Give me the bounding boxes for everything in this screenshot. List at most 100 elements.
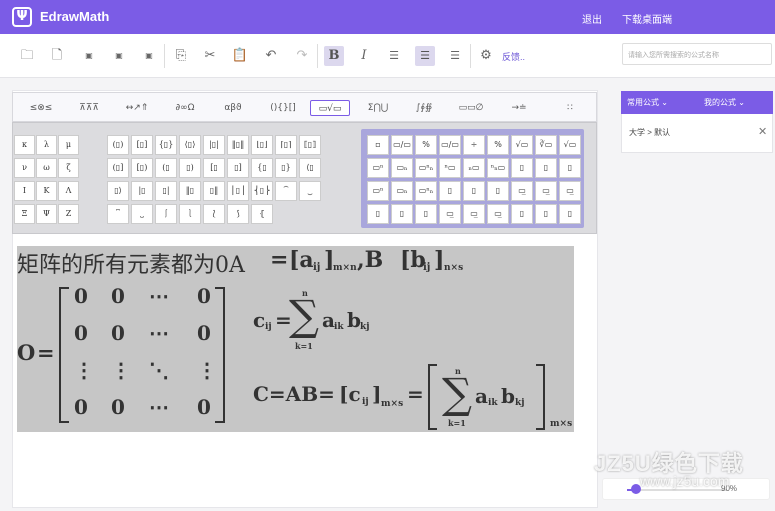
greek-symbol-button[interactable]: λ [36,135,57,155]
cut-icon[interactable]: ✂ [200,46,220,66]
tab-my-formulas[interactable]: 我的公式 ⌄ [704,97,745,108]
bracket-template-button[interactable]: (▯ [155,158,177,178]
bracket-template-button[interactable]: ⎵ [131,204,153,224]
tab-sums[interactable]: Σ⋂⋃ [360,100,396,116]
bracket-template-button[interactable]: [▯] [131,135,153,155]
fraction-template-button[interactable]: ▭̲ [487,204,509,224]
bracket-template-button[interactable]: [▯) [131,158,153,178]
bracket-template-button[interactable]: ▯} [275,158,297,178]
bracket-template-button[interactable]: ‖▯‖ [227,135,249,155]
copy-icon[interactable]: ⎘ [171,46,191,66]
align-left-icon[interactable]: ☰ [384,46,404,66]
export-png-icon[interactable]: ▣ [79,46,99,66]
bracket-template-button[interactable]: ⎱ [179,204,201,224]
tab-misc-symbols[interactable]: ∂∞Ω [167,100,203,116]
tab-greek[interactable]: αβϑ [215,100,251,116]
fraction-template-button[interactable]: ▭ⁿₙ [415,181,437,201]
tab-arrows[interactable]: ↔↗⇑ [119,100,155,116]
bracket-template-button[interactable]: (▯] [107,158,129,178]
bracket-template-button[interactable]: ⎨▯⎬ [251,181,273,201]
fraction-template-button[interactable]: ▭ⁿ [367,158,389,178]
new-file-icon[interactable]: 🗋 [47,46,67,66]
formula-search-input[interactable]: 请输入您所需搜索的公式名称 [622,43,772,65]
align-center-icon[interactable]: ☰ [415,46,435,66]
fraction-template-button[interactable]: ▭̲ [559,181,581,201]
bracket-template-button[interactable]: [▯ [203,158,225,178]
bracket-template-button[interactable]: ▯) [179,158,201,178]
fraction-template-button[interactable]: ▭/▭ [391,135,413,155]
bracket-template-button[interactable]: ⎰ [155,204,177,224]
fraction-template-button[interactable]: ▯ [535,204,557,224]
bracket-template-button[interactable]: ⟅ [203,204,225,224]
tab-common-formulas[interactable]: 常用公式 ⌄ [627,97,668,108]
fraction-template-button[interactable]: ▭ₙ [391,158,413,178]
close-icon[interactable]: ✕ [758,125,767,138]
bracket-template-button[interactable]: ⟦▯⟧ [299,135,321,155]
fraction-template-button[interactable]: ÷ [463,135,485,155]
bracket-template-button[interactable]: ⌈▯⌉ [275,135,297,155]
paste-icon[interactable]: 📋 [230,46,250,66]
fraction-template-button[interactable]: ▭ₙ [391,181,413,201]
tab-labeled-arrows[interactable]: →≐ [503,100,535,116]
fraction-template-button[interactable]: ▯ [535,158,557,178]
greek-symbol-button[interactable]: ν [14,158,35,178]
bracket-template-button[interactable]: ▯] [227,158,249,178]
bracket-template-button[interactable]: {▯ [251,158,273,178]
bracket-template-button[interactable]: ⌊▯⌋ [251,135,273,155]
download-desktop-button[interactable]: 下载桌面端 [622,11,672,26]
bracket-template-button[interactable]: ▯‖ [203,181,225,201]
tab-matrices[interactable]: ∷ [558,100,582,116]
fraction-template-button[interactable]: ▯ [559,158,581,178]
open-folder-icon[interactable]: 🗀 [17,46,37,66]
fraction-template-button[interactable]: ▯ [391,204,413,224]
bold-button[interactable]: B [324,46,344,66]
fraction-template-button[interactable]: ▭̲ [439,204,461,224]
tab-integrals[interactable]: ∫∮∯ [408,100,440,116]
bracket-template-button[interactable]: ⎴ [107,204,129,224]
bracket-template-button[interactable]: ⏟ [299,181,321,201]
bracket-template-button[interactable]: ⟨▯⟩ [179,135,201,155]
library-path[interactable]: 大学 > 默认 [629,127,670,138]
greek-symbol-button[interactable]: Ζ [58,204,79,224]
fraction-template-button[interactable]: ▯ [511,158,533,178]
bracket-template-button[interactable]: |▯| [203,135,225,155]
fraction-template-button[interactable]: % [487,135,509,155]
fraction-template-button[interactable]: ▯ [559,204,581,224]
fraction-template-button[interactable]: ⁿ▭ [439,158,461,178]
bracket-template-button[interactable]: ⎪▯⎪ [227,181,249,201]
fraction-template-button[interactable]: √▭ [511,135,533,155]
greek-symbol-button[interactable]: Ι [14,181,35,201]
fraction-template-button[interactable]: ⁿₙ▭ [487,158,509,178]
export-jpg-icon[interactable]: ▣ [109,46,129,66]
tab-spaces[interactable]: ⊼⊼⊼ [71,100,107,116]
tab-decorations[interactable]: ▭▭∅ [453,100,489,116]
greek-symbol-button[interactable]: Λ [58,181,79,201]
greek-symbol-button[interactable]: Κ [36,181,57,201]
bracket-template-button[interactable]: ⏞ [275,181,297,201]
fraction-template-button[interactable]: ▯ [463,181,485,201]
fraction-template-button[interactable]: ▫ [367,135,389,155]
fraction-template-button[interactable]: ▯ [511,204,533,224]
redo-icon[interactable]: ↷ [292,46,312,66]
greek-symbol-button[interactable]: Ξ [14,204,35,224]
greek-symbol-button[interactable]: ζ [58,158,79,178]
fraction-template-button[interactable]: ▯ [367,204,389,224]
zoom-slider-track[interactable] [627,489,727,491]
tab-fractions-radicals[interactable]: ▭√▭ [310,100,350,116]
logout-button[interactable]: 退出 [582,11,602,26]
bracket-template-button[interactable]: ▯| [155,181,177,201]
greek-symbol-button[interactable]: ω [36,158,57,178]
settings-icon[interactable]: ⚙ [476,46,496,66]
feedback-link[interactable]: 反馈.. [502,50,525,63]
fraction-template-button[interactable]: ▭̲ [463,204,485,224]
fraction-template-button[interactable]: ▭ⁿ [367,181,389,201]
bracket-template-button[interactable]: ⦃ [251,204,273,224]
bracket-template-button[interactable]: |▯ [131,181,153,201]
bracket-template-button[interactable]: ‖▯ [179,181,201,201]
fraction-template-button[interactable]: ₙ▭ [463,158,485,178]
formula-preview[interactable]: 矩阵的所有元素都为0A = [a ij ] m×n ,B [b ij ] n×s… [17,246,574,432]
fraction-template-button[interactable]: ∛▭ [535,135,557,155]
tab-relations[interactable]: ≤⊗≤ [23,100,59,116]
bracket-template-button[interactable]: ▯⟩ [107,181,129,201]
greek-symbol-button[interactable]: Ψ [36,204,57,224]
